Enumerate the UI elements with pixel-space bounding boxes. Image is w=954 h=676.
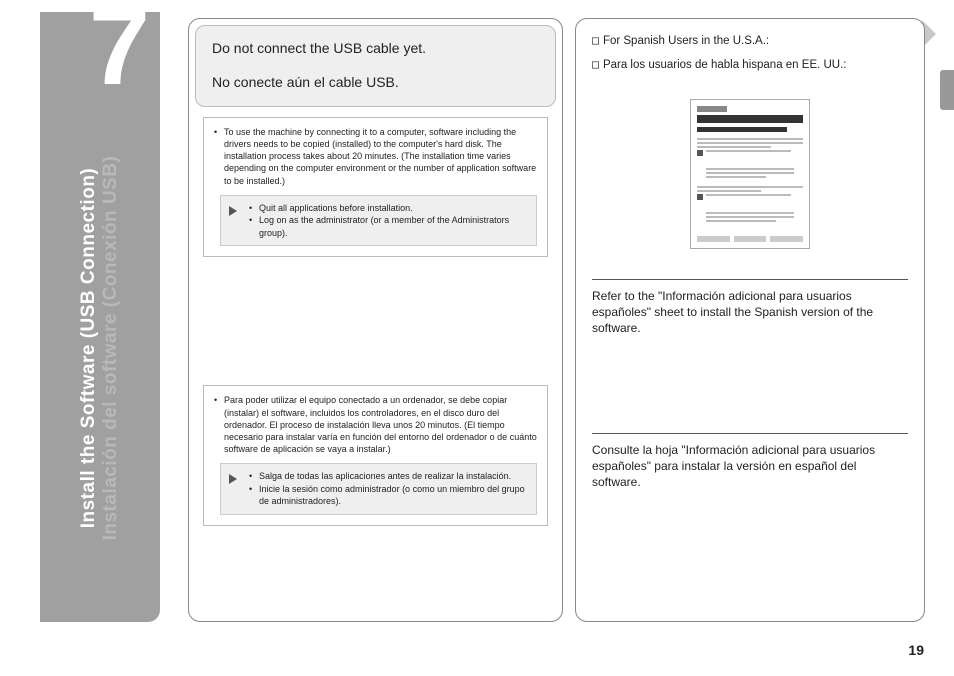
page-edge-tab: [940, 70, 954, 110]
section-number: 7: [89, 0, 150, 102]
section-sidebar: 7 Install the Software (USB Connection) …: [40, 12, 160, 622]
info-block-en: To use the machine by connecting it to a…: [203, 117, 548, 257]
sheet-subtitle: [697, 127, 787, 132]
spanish-users-head-es: □Para los usuarios de habla hispana en E…: [592, 57, 908, 71]
reference-text-en: Refer to the "Información adicional para…: [592, 288, 908, 337]
info-text-es: Para poder utilizar el equipo conectado …: [214, 394, 537, 455]
section-title-es: Instalación del software (Conexión USB): [100, 155, 122, 540]
reference-text-es: Consulte la hoja "Información adicional …: [592, 442, 908, 491]
section-title-wrap: Install the Software (USB Connection) In…: [78, 155, 122, 540]
note-box-es: Salga de todas las aplicaciones antes de…: [220, 463, 537, 515]
usb-warning-es: No conecte aún el cable USB.: [212, 74, 539, 90]
note-en-2: Log on as the administrator (or a member…: [249, 214, 528, 239]
right-content-column: □For Spanish Users in the U.S.A.: □Para …: [575, 18, 925, 622]
span-es: Para los usuarios de habla hispana en EE…: [603, 59, 847, 71]
triangle-icon: [229, 206, 237, 216]
info-block-es: Para poder utilizar el equipo conectado …: [203, 385, 548, 525]
note-en-1: Quit all applications before installatio…: [249, 202, 528, 215]
usb-warning-en: Do not connect the USB cable yet.: [212, 40, 539, 56]
section-title-en: Install the Software (USB Connection): [78, 155, 100, 540]
note-box-en: Quit all applications before installatio…: [220, 195, 537, 247]
triangle-icon: [229, 474, 237, 484]
divider: [592, 433, 908, 434]
info-text-en: To use the machine by connecting it to a…: [214, 126, 537, 187]
divider: [592, 279, 908, 280]
note-es-1: Salga de todas las aplicaciones antes de…: [249, 470, 528, 483]
span-en: For Spanish Users in the U.S.A.:: [603, 35, 769, 47]
note-es-2: Inicie la sesión como administrador (o c…: [249, 483, 528, 508]
left-content-column: Do not connect the USB cable yet. No con…: [188, 18, 563, 622]
reference-sheet-thumbnail: [690, 99, 810, 249]
sheet-title: [697, 115, 803, 123]
usb-warning-box: Do not connect the USB cable yet. No con…: [195, 25, 556, 107]
spanish-users-head-en: □For Spanish Users in the U.S.A.:: [592, 33, 908, 47]
page-number: 19: [908, 642, 924, 658]
